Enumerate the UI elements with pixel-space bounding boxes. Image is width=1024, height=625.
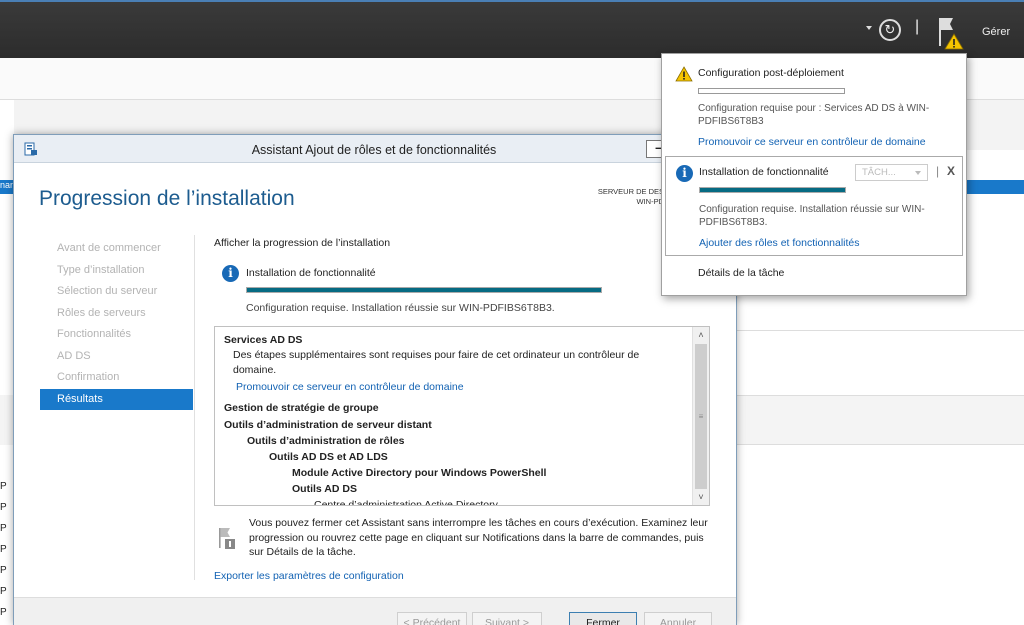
nav-item-server-selection[interactable]: Sélection du serveur bbox=[40, 281, 193, 303]
nav-item-ad-ds[interactable]: AD DS bbox=[40, 346, 193, 368]
results-item-rsat: Outils d’administration de serveur dista… bbox=[224, 419, 432, 431]
installation-progress-bar bbox=[246, 287, 602, 293]
scroll-down-arrow[interactable]: ˅ bbox=[693, 489, 709, 505]
destination-server-name: WIN-PD bbox=[636, 197, 665, 206]
notifications-flyout: Configuration post-déploiement Configura… bbox=[661, 53, 967, 296]
results-item-adds-tools: Outils AD DS bbox=[292, 483, 357, 495]
scroll-up-arrow[interactable]: ˄ bbox=[693, 327, 709, 343]
divider bbox=[194, 235, 195, 580]
server-manager-left-pane: P P P P P P P bbox=[0, 100, 14, 625]
chevron-down-icon bbox=[915, 171, 921, 175]
results-item-ps-module: Module Active Directory pour Windows Pow… bbox=[292, 467, 547, 479]
list-item: P bbox=[0, 481, 7, 492]
close-wizard-note: Vous pouvez fermer cet Assistant sans in… bbox=[249, 517, 708, 558]
manage-menu[interactable]: Gérer bbox=[982, 26, 1010, 38]
toolbar-separator: | bbox=[915, 18, 920, 35]
list-item: P bbox=[0, 586, 7, 597]
task-details-link[interactable]: Détails de la tâche bbox=[698, 267, 784, 279]
tasks-dropdown[interactable]: TÂCH... bbox=[855, 164, 928, 181]
list-item: P bbox=[0, 523, 7, 534]
list-item: P bbox=[0, 565, 7, 576]
list-item: P bbox=[0, 607, 7, 618]
add-roles-wizard-window: Assistant Ajout de rôles et de fonctionn… bbox=[13, 134, 737, 625]
nav-item-before-you-begin[interactable]: Avant de commencer bbox=[40, 238, 193, 260]
feature-installation-progress-bar bbox=[699, 187, 846, 193]
warning-icon bbox=[675, 66, 693, 82]
feature-installation-notification-title: Installation de fonctionnalité bbox=[699, 166, 829, 178]
info-icon: i bbox=[676, 165, 693, 182]
notification-separator: | bbox=[936, 164, 940, 178]
wizard-title: Assistant Ajout de rôles et de fonctionn… bbox=[251, 143, 497, 157]
dismiss-notification-button[interactable]: X bbox=[947, 164, 955, 178]
nav-item-installation-type[interactable]: Type d’installation bbox=[40, 260, 193, 282]
nav-item-server-roles[interactable]: Rôles de serveurs bbox=[40, 303, 193, 325]
feature-installation-title: Installation de fonctionnalité bbox=[246, 267, 376, 279]
server-manager-left-grey-band bbox=[0, 395, 14, 445]
feature-installation-notification[interactable]: i Installation de fonctionnalité TÂCH...… bbox=[665, 156, 963, 256]
results-item-ad-ds: Services AD DS bbox=[224, 334, 303, 346]
wizard-footer: < Précédent Suivant > Fermer Annuler bbox=[14, 597, 736, 625]
wizard-title-bar[interactable]: Assistant Ajout de rôles et de fonctionn… bbox=[14, 135, 736, 163]
scroll-thumb[interactable]: ≡ bbox=[695, 344, 707, 489]
results-item-adds-adlds-tools: Outils AD DS et AD LDS bbox=[269, 451, 388, 463]
list-item: P bbox=[0, 544, 7, 555]
promote-domain-controller-link[interactable]: Promouvoir ce serveur en contrôleur de d… bbox=[224, 378, 684, 395]
destination-server-label: SERVEUR DE DES bbox=[597, 187, 664, 196]
destination-server: SERVEUR DE DES WIN-PD bbox=[574, 187, 664, 207]
results-content: Services AD DS Des étapes supplémentaire… bbox=[224, 333, 684, 506]
feature-installation-notification-description: Configuration requise. Installation réus… bbox=[699, 204, 925, 228]
next-button[interactable]: Suivant > bbox=[472, 612, 542, 625]
notification-flag-icon bbox=[218, 526, 236, 550]
server-manager-command-bar: ↻ | Gérer bbox=[0, 0, 1024, 58]
previous-button[interactable]: < Précédent bbox=[397, 612, 467, 625]
add-roles-features-link[interactable]: Ajouter des rôles et fonctionnalités bbox=[699, 237, 860, 249]
results-scrollbar[interactable]: ˄ ≡ ˅ bbox=[692, 327, 709, 505]
results-item-role-tools: Outils d’administration de rôles bbox=[247, 435, 405, 447]
nav-item-results[interactable]: Résultats bbox=[40, 388, 193, 410]
refresh-icon[interactable]: ↻ bbox=[879, 19, 901, 41]
info-icon: i bbox=[222, 265, 239, 282]
progress-section-label: Afficher la progression de l’installatio… bbox=[214, 237, 391, 249]
results-ad-ds-description: Des étapes supplémentaires sont requises… bbox=[233, 349, 640, 376]
divider bbox=[736, 330, 1024, 331]
installation-progress-fill bbox=[247, 288, 601, 292]
notifications-flag-icon[interactable] bbox=[937, 15, 965, 51]
installation-status: Configuration requise. Installation réus… bbox=[246, 302, 555, 314]
cancel-button[interactable]: Annuler bbox=[644, 612, 712, 625]
post-deployment-title: Configuration post-déploiement bbox=[698, 67, 844, 79]
server-manager-right-grey-band bbox=[736, 395, 1024, 445]
feature-installation-progress-fill bbox=[700, 188, 845, 192]
nav-item-confirmation[interactable]: Confirmation bbox=[40, 367, 193, 389]
results-list[interactable]: Services AD DS Des étapes supplémentaire… bbox=[214, 326, 710, 506]
wizard-nav: Avant de commencer Type d’installation S… bbox=[40, 238, 193, 410]
close-button[interactable]: Fermer bbox=[569, 612, 637, 625]
nav-item-features[interactable]: Fonctionnalités bbox=[40, 324, 193, 346]
promote-domain-controller-flyout-link[interactable]: Promouvoir ce serveur en contrôleur de d… bbox=[698, 136, 926, 148]
chevron-down-icon[interactable] bbox=[866, 26, 872, 30]
tasks-dropdown-label: TÂCH... bbox=[862, 167, 896, 178]
list-item: P bbox=[0, 502, 7, 513]
page-title: Progression de l’installation bbox=[39, 187, 295, 210]
results-item-gpo: Gestion de stratégie de groupe bbox=[224, 402, 379, 414]
server-manager-left-blue-tab: nan bbox=[0, 180, 14, 194]
post-deployment-progress-bar bbox=[698, 88, 845, 94]
results-item-ad-admin-center: Centre d’administration Active Directory bbox=[314, 499, 498, 506]
post-deployment-description: Configuration requise pour : Services AD… bbox=[698, 103, 930, 127]
export-configuration-link[interactable]: Exporter les paramètres de configuration bbox=[214, 570, 404, 582]
